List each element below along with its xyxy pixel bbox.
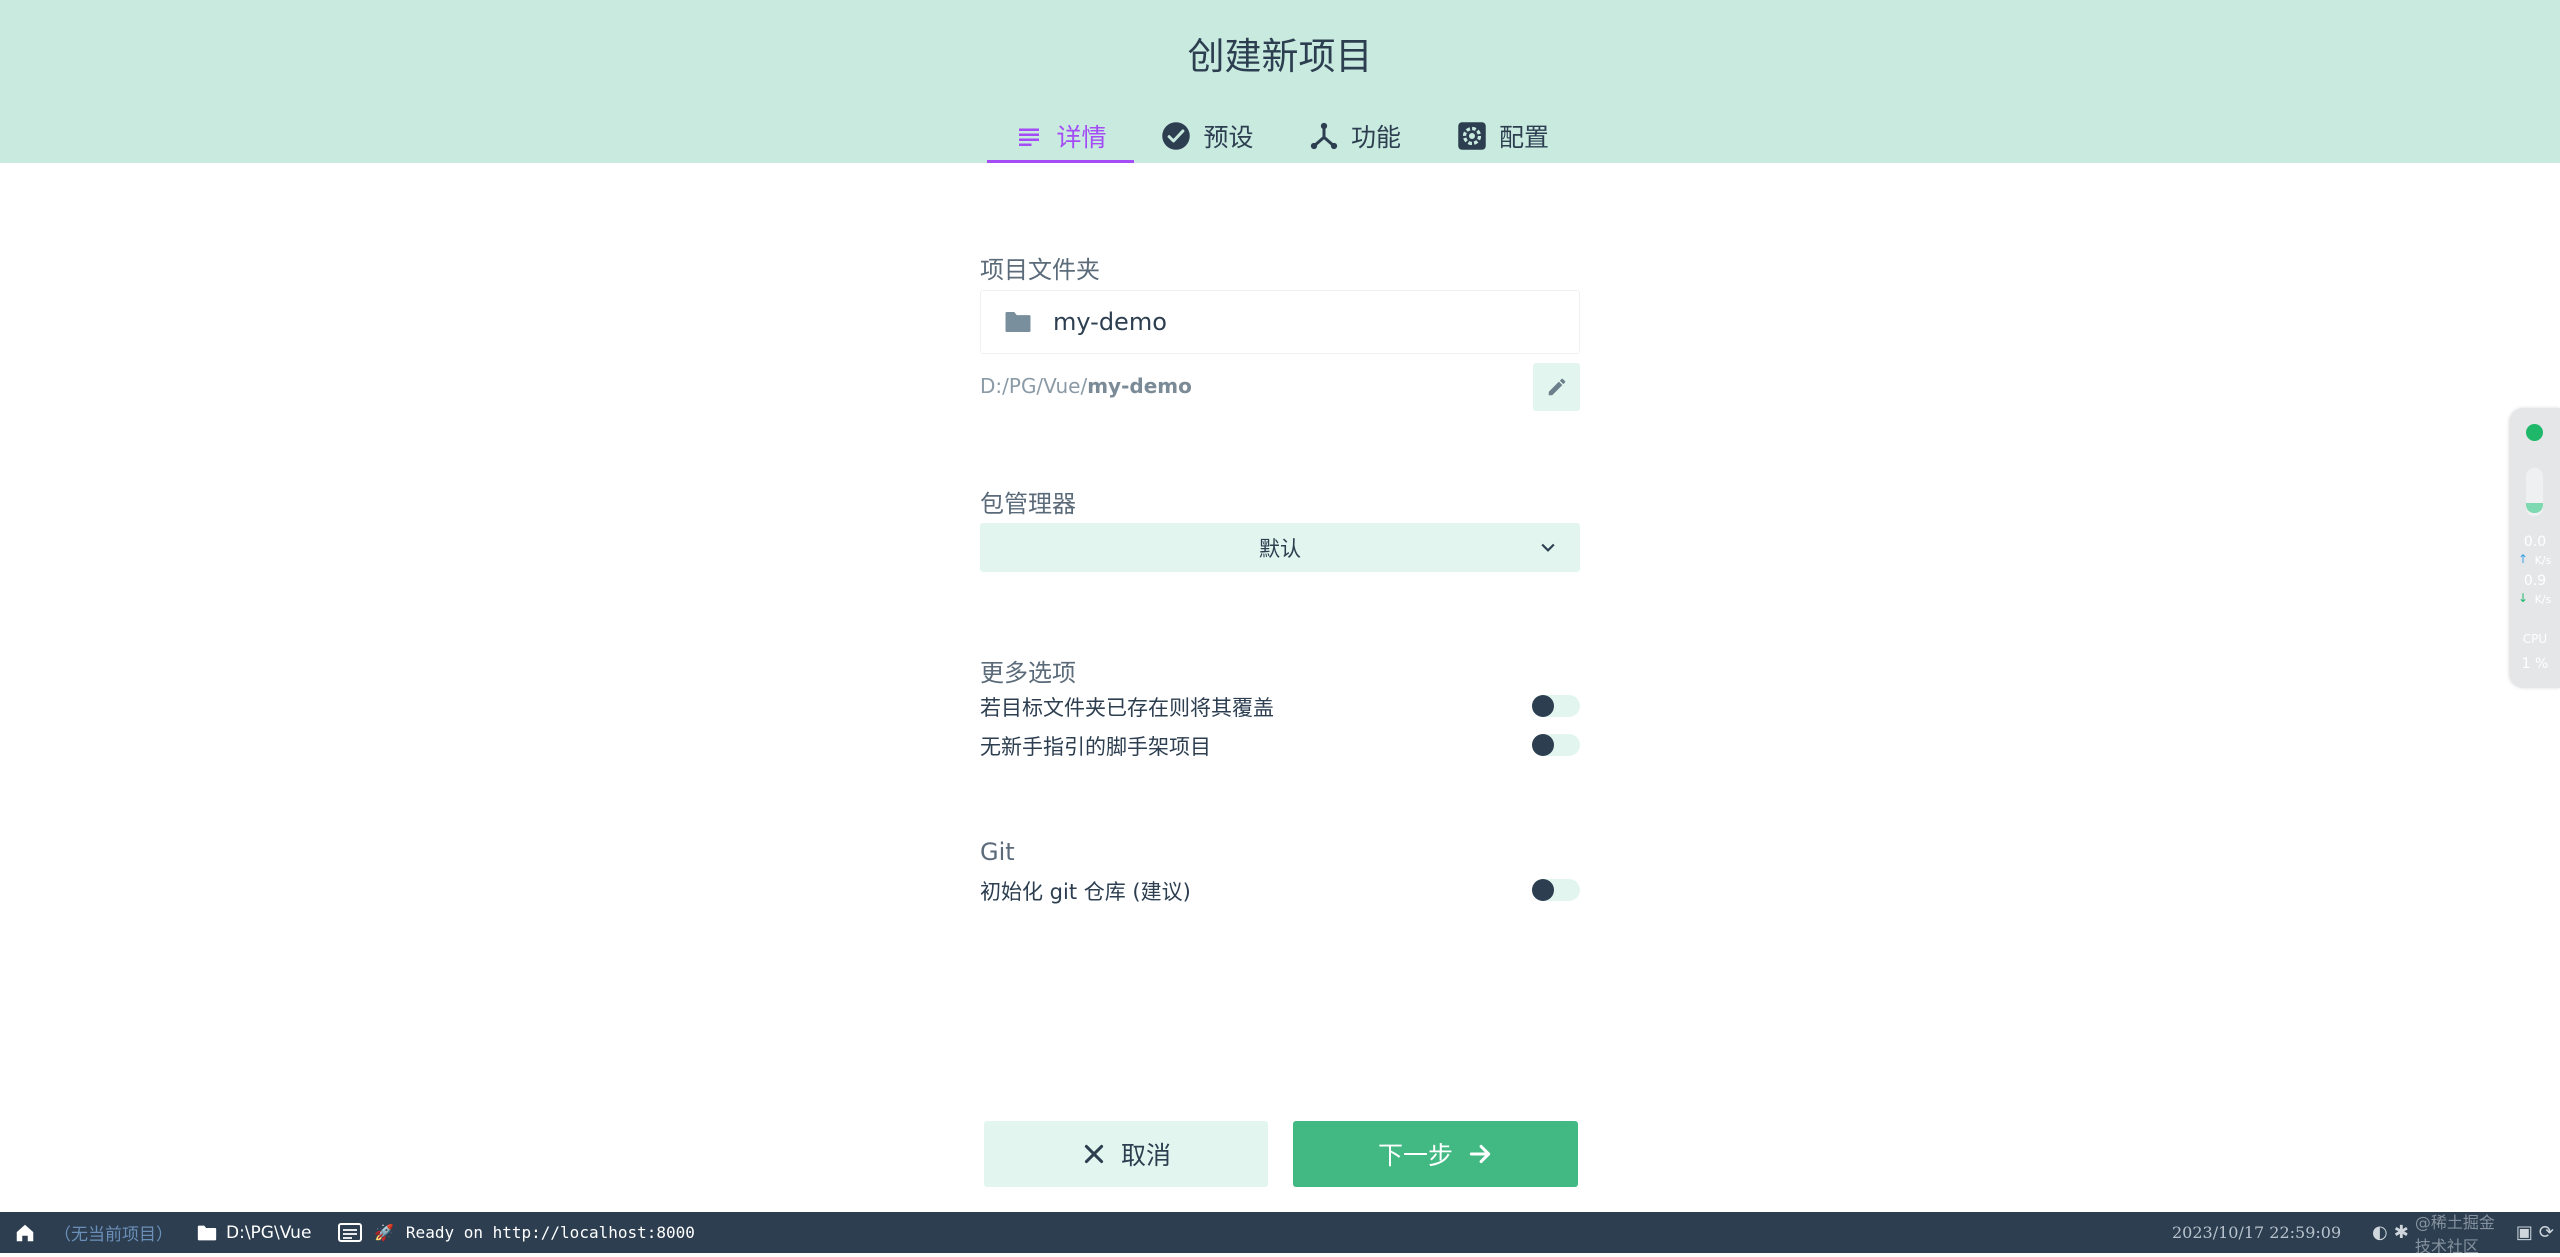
translate-icon[interactable]: ▣: [2516, 1222, 2533, 1243]
option-row-bare: 无新手指引的脚手架项目: [980, 731, 1580, 761]
package-manager-value: 默认: [1259, 536, 1301, 561]
check-circle-icon: [1162, 121, 1191, 150]
toggle-knob: [1532, 879, 1554, 901]
package-manager-select[interactable]: 默认: [980, 523, 1580, 572]
upload-unit: K/s: [2534, 554, 2552, 567]
folder-value: my-demo: [1053, 308, 1167, 336]
tab-label: 功能: [1350, 122, 1401, 152]
tab-label: 详情: [1056, 122, 1107, 152]
option-label: 若目标文件夹已存在则将其覆盖: [980, 696, 1274, 720]
tab-features[interactable]: 功能: [1281, 108, 1429, 163]
option-label: 初始化 git 仓库 (建议): [980, 880, 1191, 904]
list-icon: [1019, 128, 1040, 146]
option-row-git: 初始化 git 仓库 (建议): [980, 876, 1580, 906]
fork-icon: [1310, 122, 1338, 149]
dark-mode-icon[interactable]: ◐: [2372, 1222, 2388, 1243]
tab-config[interactable]: 配置: [1429, 108, 1577, 163]
chevron-down-icon: [1541, 543, 1555, 552]
console-icon: [338, 1222, 362, 1242]
download-unit: K/s: [2534, 593, 2552, 606]
home-button[interactable]: [14, 1212, 36, 1253]
cpu-label: CPU: [2522, 632, 2548, 646]
path-name: my-demo: [1087, 374, 1192, 398]
close-icon: [1084, 1144, 1104, 1164]
option-label: 无新手指引的脚手架项目: [980, 735, 1211, 759]
folder-path: D:/PG/Vue/my-demo: [980, 374, 1192, 398]
more-options-label: 更多选项: [980, 659, 1076, 687]
current-folder[interactable]: D:\PG\Vue: [196, 1212, 311, 1253]
bare-scaffold-toggle[interactable]: [1532, 734, 1580, 756]
folder-path-text: D:\PG\Vue: [226, 1222, 312, 1243]
status-right-tools: ◐ ✱ @稀土掘金技术社区 ▣ ⟳: [2372, 1212, 2560, 1256]
page-title: 创建新项目: [1187, 35, 1373, 78]
toggle-knob: [1532, 695, 1554, 717]
git-label: Git: [980, 838, 1015, 866]
pencil-icon: [1548, 378, 1565, 396]
toggle-knob: [1532, 734, 1554, 756]
option-row-force: 若目标文件夹已存在则将其覆盖: [980, 692, 1580, 722]
header: 创建新项目 详情 预设 功能 配置: [0, 0, 2560, 163]
status-dot: [2526, 424, 2543, 441]
next-button[interactable]: 下一步: [1293, 1121, 1578, 1187]
package-manager-label: 包管理器: [980, 490, 1076, 518]
folder-icon: [1005, 312, 1031, 332]
log-status[interactable]: 🚀 Ready on http://localhost:8000: [338, 1212, 695, 1253]
next-label: 下一步: [1377, 1141, 1453, 1170]
upload-arrow-icon: ↑: [2518, 552, 2529, 566]
home-icon: [16, 1224, 34, 1241]
tab-details[interactable]: 详情: [987, 108, 1134, 163]
folder-input[interactable]: my-demo: [980, 290, 1580, 354]
tab-label: 预设: [1203, 122, 1254, 152]
current-project[interactable]: （无当前项目）: [54, 1212, 173, 1253]
gear-icon: [1458, 121, 1486, 150]
system-monitor-widget[interactable]: 0.0 ↑ K/s 0.9 ↓ K/s CPU 1 %: [2510, 408, 2560, 688]
bug-icon[interactable]: ✱: [2394, 1222, 2409, 1243]
cpu-value: 1 %: [2521, 656, 2549, 672]
log-text: Ready on http://localhost:8000: [405, 1223, 695, 1242]
tab-bar: 详情 预设 功能 配置: [987, 108, 1577, 163]
edit-path-button[interactable]: [1533, 363, 1580, 411]
cancel-label: 取消: [1120, 1141, 1171, 1170]
watermark-text: @稀土掘金技术社区: [2414, 1212, 2495, 1256]
tab-label: 配置: [1498, 122, 1549, 152]
download-arrow-icon: ↓: [2518, 591, 2529, 605]
download-speed: 0.9: [2523, 573, 2547, 589]
folder-label: 项目文件夹: [980, 256, 1100, 284]
git-init-toggle[interactable]: [1532, 879, 1580, 901]
folder-icon: [197, 1225, 217, 1240]
cancel-button[interactable]: 取消: [984, 1121, 1268, 1187]
refresh-icon[interactable]: ⟳: [2539, 1222, 2554, 1243]
status-bar: （无当前项目） D:\PG\Vue 🚀 Ready on http://loca…: [0, 1212, 2560, 1256]
upload-speed: 0.0: [2523, 534, 2547, 550]
tab-presets[interactable]: 预设: [1134, 108, 1281, 163]
force-overwrite-toggle[interactable]: [1532, 695, 1580, 717]
arrow-right-icon: [1469, 1144, 1491, 1164]
rocket-icon: 🚀: [374, 1223, 394, 1242]
path-prefix: D:/PG/Vue/: [980, 374, 1088, 398]
datetime: 2023/10/17 22:59:09: [2172, 1223, 2342, 1242]
